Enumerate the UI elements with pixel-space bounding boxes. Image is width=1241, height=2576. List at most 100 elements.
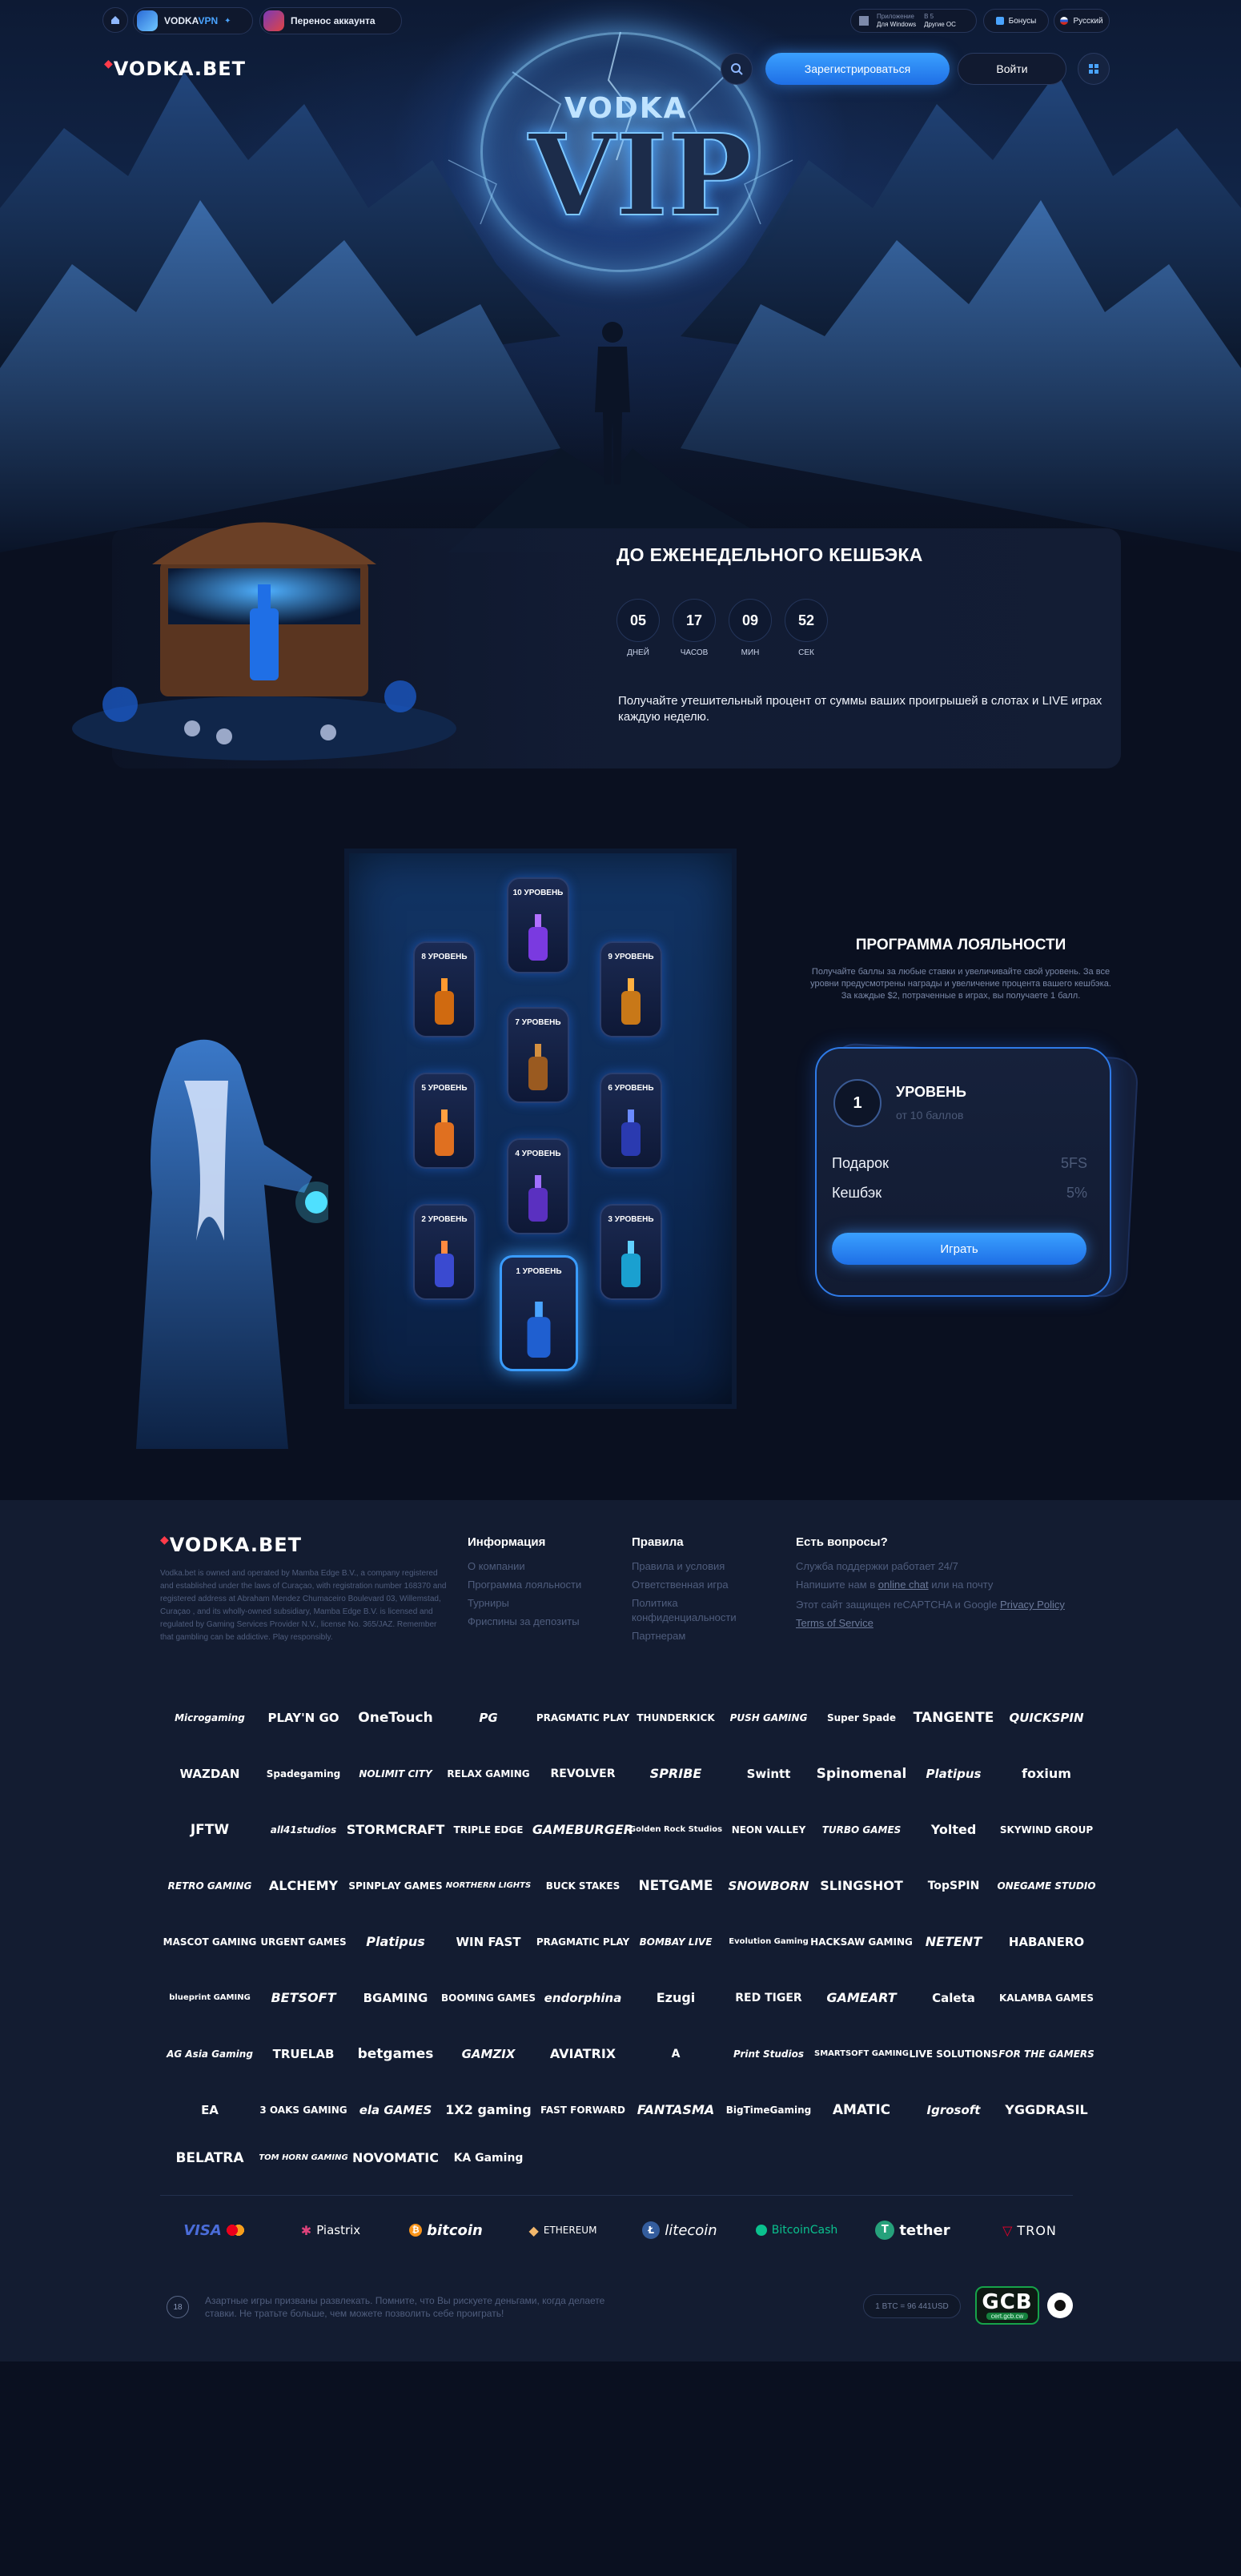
- provider-logo[interactable]: QUICKSPIN: [995, 1702, 1098, 1734]
- play-button[interactable]: Играть: [832, 1233, 1086, 1265]
- provider-logo[interactable]: NEON VALLEY: [717, 1814, 820, 1846]
- level-card-2[interactable]: 2 УРОВЕНЬ: [413, 1204, 476, 1300]
- footer-link-loyalty[interactable]: Программа лояльности: [468, 1578, 581, 1592]
- provider-logo[interactable]: SMARTSOFT GAMING: [810, 2038, 913, 2070]
- provider-logo[interactable]: BOMBAY LIVE: [625, 1926, 727, 1958]
- provider-logo[interactable]: 1X2 gaming: [437, 2094, 540, 2126]
- provider-logo[interactable]: betgames: [344, 2038, 447, 2070]
- provider-logo[interactable]: BOOMING GAMES: [437, 1982, 540, 2014]
- provider-logo[interactable]: NETGAME: [625, 1870, 727, 1902]
- home-button[interactable]: [102, 7, 128, 33]
- provider-logo[interactable]: Golden Rock Studios: [625, 1814, 727, 1846]
- provider-logo[interactable]: KA Gaming: [437, 2142, 540, 2174]
- provider-logo[interactable]: PLAY'N GO: [252, 1702, 355, 1734]
- menu-button[interactable]: [1078, 53, 1110, 85]
- provider-logo[interactable]: AG Asia Gaming: [159, 2038, 261, 2070]
- provider-logo[interactable]: OneTouch: [344, 1702, 447, 1734]
- provider-logo[interactable]: BigTimeGaming: [717, 2094, 820, 2126]
- provider-logo[interactable]: GAMZIX: [437, 2038, 540, 2070]
- provider-logo[interactable]: STORMCRAFT: [344, 1814, 447, 1846]
- provider-logo[interactable]: SNOWBORN: [717, 1870, 820, 1902]
- provider-logo[interactable]: endorphina: [532, 1982, 634, 2014]
- provider-logo[interactable]: BUCK STAKES: [532, 1870, 634, 1902]
- footer-link-freespins[interactable]: Фриспины за депозиты: [468, 1615, 580, 1629]
- provider-logo[interactable]: NOLIMIT CITY: [344, 1758, 447, 1790]
- online-chat-link[interactable]: online chat: [878, 1579, 929, 1591]
- provider-logo[interactable]: Caleta: [902, 1982, 1005, 2014]
- level-card-7[interactable]: 7 УРОВЕНЬ: [507, 1007, 569, 1103]
- provider-logo[interactable]: TRUELAB: [252, 2038, 355, 2070]
- provider-logo[interactable]: FAST FORWARD: [532, 2094, 634, 2126]
- provider-logo[interactable]: FANTASMA: [625, 2094, 727, 2126]
- provider-logo[interactable]: THUNDERKICK: [625, 1702, 727, 1734]
- provider-logo[interactable]: WAZDAN: [159, 1758, 261, 1790]
- provider-logo[interactable]: TURBO GAMES: [810, 1814, 913, 1846]
- footer-link-tournaments[interactable]: Турниры: [468, 1596, 509, 1611]
- vodka-vpn-button[interactable]: VODKAVPN ✦: [133, 7, 253, 34]
- site-logo[interactable]: ◆VODKA.BET: [104, 58, 246, 80]
- privacy-policy-link[interactable]: Privacy Policy: [1000, 1599, 1065, 1611]
- provider-logo[interactable]: SLINGSHOT: [810, 1870, 913, 1902]
- provider-logo[interactable]: AMATIC: [810, 2094, 913, 2126]
- level-card-3[interactable]: 3 УРОВЕНЬ: [600, 1204, 662, 1300]
- provider-logo[interactable]: GAMEBURGER: [532, 1814, 634, 1846]
- provider-logo[interactable]: A: [625, 2038, 727, 2070]
- provider-logo[interactable]: NORTHERN LIGHTS: [437, 1870, 540, 1902]
- provider-logo[interactable]: TRIPLE EDGE: [437, 1814, 540, 1846]
- provider-logo[interactable]: Platipus: [344, 1926, 447, 1958]
- provider-logo[interactable]: SPINPLAY GAMES: [344, 1870, 447, 1902]
- provider-logo[interactable]: ela GAMES: [344, 2094, 447, 2126]
- provider-logo[interactable]: 3 OAKS GAMING: [252, 2094, 355, 2126]
- footer-link-terms[interactable]: Правила и условия: [632, 1559, 725, 1574]
- provider-logo[interactable]: Yolted: [902, 1814, 1005, 1846]
- level-card-10[interactable]: 10 УРОВЕНЬ: [507, 877, 569, 973]
- gcb-license-badge[interactable]: GCB cert.gcb.cw: [975, 2286, 1039, 2325]
- provider-logo[interactable]: TopSPIN: [902, 1870, 1005, 1902]
- app-download[interactable]: Приложение Для Windows В 5 Другие ОС: [850, 9, 977, 33]
- login-button[interactable]: Войти: [958, 53, 1066, 85]
- provider-logo[interactable]: SPRIBE: [625, 1758, 727, 1790]
- footer-link-responsible[interactable]: Ответственная игра: [632, 1578, 729, 1592]
- provider-logo[interactable]: Spinomenal: [810, 1758, 913, 1790]
- provider-logo[interactable]: AVIATRIX: [532, 2038, 634, 2070]
- provider-logo[interactable]: PG: [437, 1702, 540, 1734]
- level-card-6[interactable]: 6 УРОВЕНЬ: [600, 1073, 662, 1169]
- footer-link-about[interactable]: О компании: [468, 1559, 525, 1574]
- account-transfer-button[interactable]: Перенос аккаунта: [259, 7, 402, 34]
- provider-logo[interactable]: FOR THE GAMERS: [995, 2038, 1098, 2070]
- provider-logo[interactable]: Igrosoft: [902, 2094, 1005, 2126]
- provider-logo[interactable]: Evolution Gaming: [717, 1926, 820, 1958]
- provider-logo[interactable]: PRAGMATIC PLAY: [532, 1702, 634, 1734]
- provider-logo[interactable]: PRAGMATIC PLAY: [532, 1926, 634, 1958]
- certificate-seal-icon[interactable]: [1047, 2293, 1073, 2318]
- level-card-5[interactable]: 5 УРОВЕНЬ: [413, 1073, 476, 1169]
- provider-logo[interactable]: Platipus: [902, 1758, 1005, 1790]
- provider-logo[interactable]: MASCOT GAMING: [159, 1926, 261, 1958]
- provider-logo[interactable]: ONEGAME STUDIO: [995, 1870, 1098, 1902]
- provider-logo[interactable]: RELAX GAMING: [437, 1758, 540, 1790]
- provider-logo[interactable]: HACKSAW GAMING: [810, 1926, 913, 1958]
- provider-logo[interactable]: Microgaming: [159, 1702, 261, 1734]
- level-card-8[interactable]: 8 УРОВЕНЬ: [413, 941, 476, 1037]
- provider-logo[interactable]: Spadegaming: [252, 1758, 355, 1790]
- provider-logo[interactable]: PUSH GAMING: [717, 1702, 820, 1734]
- footer-link-partners[interactable]: Партнерам: [632, 1629, 685, 1643]
- provider-logo[interactable]: ALCHEMY: [252, 1870, 355, 1902]
- provider-logo[interactable]: RETRO GAMING: [159, 1870, 261, 1902]
- level-card-4[interactable]: 4 УРОВЕНЬ: [507, 1138, 569, 1234]
- provider-logo[interactable]: all41studios: [252, 1814, 355, 1846]
- provider-logo[interactable]: Ezugi: [625, 1982, 727, 2014]
- provider-logo[interactable]: REVOLVER: [532, 1758, 634, 1790]
- provider-logo[interactable]: BETSOFT: [252, 1982, 355, 2014]
- provider-logo[interactable]: BELATRA: [159, 2142, 261, 2174]
- provider-logo[interactable]: LIVE SOLUTIONS: [902, 2038, 1005, 2070]
- provider-logo[interactable]: Print Studios: [717, 2038, 820, 2070]
- provider-logo[interactable]: NOVOMATIC: [344, 2142, 447, 2174]
- level-card-9[interactable]: 9 УРОВЕНЬ: [600, 941, 662, 1037]
- provider-logo[interactable]: GAMEART: [810, 1982, 913, 2014]
- bonuses-button[interactable]: Бонусы: [983, 9, 1049, 33]
- provider-logo[interactable]: Super Spade: [810, 1702, 913, 1734]
- register-button[interactable]: Зарегистрироваться: [765, 53, 950, 85]
- language-selector[interactable]: Русский: [1054, 9, 1110, 33]
- provider-logo[interactable]: HABANERO: [995, 1926, 1098, 1958]
